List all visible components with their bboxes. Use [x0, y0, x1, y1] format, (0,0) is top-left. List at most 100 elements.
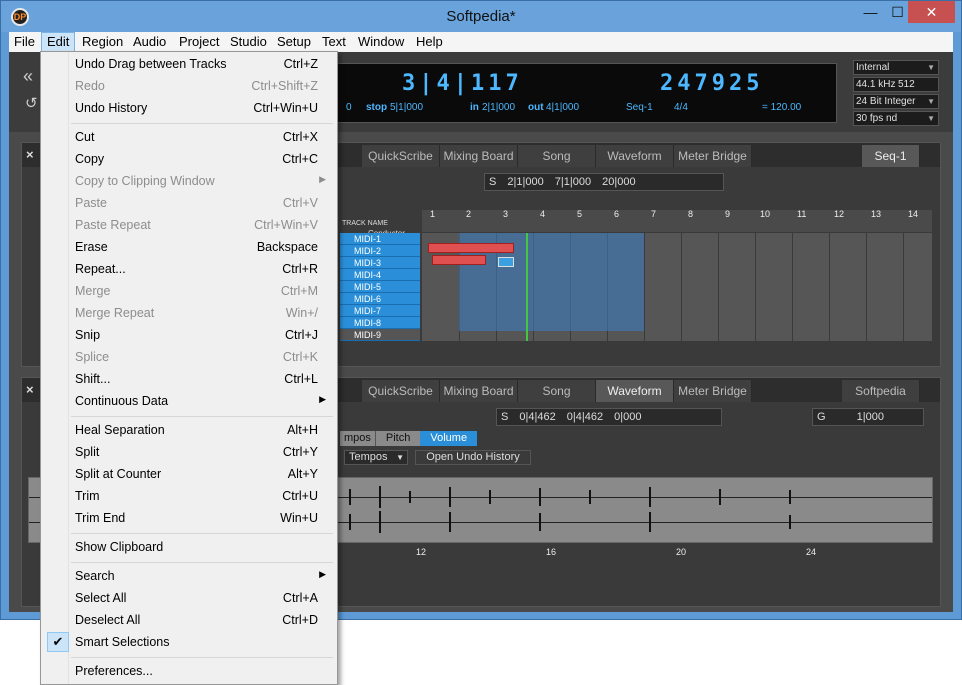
grid-toggle[interactable]: G — [813, 409, 830, 425]
midi-region[interactable] — [432, 255, 486, 265]
menu-item-splice[interactable]: Splice Ctrl+K — [44, 346, 334, 368]
menu-item-split[interactable]: Split Ctrl+Y — [44, 441, 334, 463]
menu-item-merge-repeat[interactable]: Merge Repeat Win+/ — [44, 302, 334, 324]
menu-item-trim-end[interactable]: Trim End Win+U — [44, 507, 334, 529]
menu-item-paste[interactable]: Paste Ctrl+V — [44, 192, 334, 214]
menu-region[interactable]: Region — [77, 32, 128, 52]
sequence-ruler[interactable]: 1 2 3 4 5 6 7 8 9 10 11 12 13 14 — [422, 210, 932, 232]
menu-item-deselect-all[interactable]: Deselect All Ctrl+D — [44, 609, 334, 631]
track-grid[interactable] — [422, 233, 932, 341]
close-panel-icon[interactable]: × — [26, 382, 34, 397]
menu-item-continuous-data[interactable]: Continuous Data ▶ — [44, 390, 334, 412]
track-item[interactable]: MIDI-3 — [340, 257, 420, 269]
tab-waveform[interactable]: Waveform — [596, 380, 674, 402]
edit-menu: Undo Drag between Tracks Ctrl+Z Redo Ctrl+… — [40, 51, 338, 685]
rewind-icon[interactable]: « — [23, 66, 33, 87]
grid-field[interactable]: 20|000 — [598, 174, 639, 190]
menu-item-cut[interactable]: Cut Ctrl+X — [44, 126, 334, 148]
format-select[interactable]: 24 Bit Integer ▼ — [853, 94, 939, 109]
playhead[interactable] — [526, 233, 528, 341]
menu-item-repeat[interactable]: Repeat... Ctrl+R — [44, 258, 334, 280]
menu-item-show-clipboard[interactable]: Show Clipboard — [44, 536, 334, 558]
subtab-tempos[interactable]: mpos — [340, 431, 375, 446]
title-bar[interactable]: DP Softpedia* — ☐ ✕ — [1, 1, 961, 32]
out-value[interactable]: 4|1|000 — [546, 102, 579, 113]
waveform-ruler[interactable]: 12 16 20 24 — [340, 548, 932, 564]
snap-button[interactable]: S — [497, 409, 512, 425]
menu-item-preferences[interactable]: Preferences... — [44, 660, 334, 682]
menu-item-search[interactable]: Search ▶ — [44, 565, 334, 587]
sync-select[interactable]: Internal ▼ — [853, 60, 939, 75]
rate-field[interactable]: 44.1 kHz 512 — [853, 77, 939, 92]
time-signature[interactable]: 4/4 — [674, 102, 688, 113]
menu-window[interactable]: Window — [353, 32, 409, 52]
end-field[interactable]: 7|1|000 — [551, 174, 595, 190]
grid-field[interactable]: 0|000 — [610, 409, 645, 425]
menu-setup[interactable]: Setup — [272, 32, 316, 52]
tab-meter-bridge[interactable]: Meter Bridge — [674, 380, 752, 402]
grid-value[interactable]: 1|000 — [853, 409, 888, 425]
in-value[interactable]: 2|1|000 — [482, 102, 515, 113]
menu-file[interactable]: File — [9, 32, 40, 52]
sequence-select[interactable]: Seq-1 — [626, 102, 653, 113]
menu-item-copy[interactable]: Copy Ctrl+C — [44, 148, 334, 170]
meter-display[interactable]: 3|4|117 — [402, 71, 523, 96]
menu-item-erase[interactable]: Erase Backspace — [44, 236, 334, 258]
menu-audio[interactable]: Audio — [128, 32, 171, 52]
menu-item-select-all[interactable]: Select All Ctrl+A — [44, 587, 334, 609]
open-undo-history-button[interactable]: Open Undo History — [415, 450, 531, 465]
track-item[interactable]: MIDI-2 — [340, 245, 420, 257]
menu-item-merge[interactable]: Merge Ctrl+M — [44, 280, 334, 302]
snap-button[interactable]: S — [485, 174, 500, 190]
menu-help[interactable]: Help — [411, 32, 448, 52]
menu-item-paste-repeat[interactable]: Paste Repeat Ctrl+Win+V — [44, 214, 334, 236]
midi-region[interactable] — [428, 243, 514, 253]
menu-item-snip[interactable]: Snip Ctrl+J — [44, 324, 334, 346]
frame-counter[interactable]: 247925 — [660, 71, 763, 96]
menu-item-undo-history[interactable]: Undo History Ctrl+Win+U — [44, 97, 334, 119]
tab-quickscribe[interactable]: QuickScribe — [362, 145, 440, 167]
tab-mixing-board[interactable]: Mixing Board — [440, 380, 518, 402]
close-panel-icon[interactable]: × — [26, 147, 34, 162]
fps-select[interactable]: 30 fps nd ▼ — [853, 111, 939, 126]
menu-item-copy-to-clipping-window[interactable]: Copy to Clipping Window ▶ — [44, 170, 334, 192]
menu-item-shift[interactable]: Shift... Ctrl+L — [44, 368, 334, 390]
tab-softpedia[interactable]: Softpedia — [842, 380, 920, 402]
subtab-pitch[interactable]: Pitch — [374, 431, 421, 446]
start-field[interactable]: 2|1|000 — [503, 174, 547, 190]
start-field[interactable]: 0|4|462 — [515, 409, 559, 425]
menu-project[interactable]: Project — [174, 32, 224, 52]
track-item[interactable]: MIDI-8 — [340, 317, 420, 329]
menu-item-heal-separation[interactable]: Heal Separation Alt+H — [44, 419, 334, 441]
tab-song[interactable]: Song — [518, 145, 596, 167]
menu-studio[interactable]: Studio — [225, 32, 272, 52]
tab-waveform[interactable]: Waveform — [596, 145, 674, 167]
tab-quickscribe[interactable]: QuickScribe — [362, 380, 440, 402]
tab-meter-bridge[interactable]: Meter Bridge — [674, 145, 752, 167]
menu-item-split-at-counter[interactable]: Split at Counter Alt+Y — [44, 463, 334, 485]
track-item[interactable]: MIDI-5 — [340, 281, 420, 293]
track-item[interactable]: MIDI-6 — [340, 293, 420, 305]
subtab-volume[interactable]: Volume — [420, 431, 478, 446]
menu-text[interactable]: Text — [317, 32, 351, 52]
menu-item-trim[interactable]: Trim Ctrl+U — [44, 485, 334, 507]
track-item[interactable]: MIDI-7 — [340, 305, 420, 317]
track-item[interactable]: MIDI-9 — [340, 329, 420, 341]
track-item[interactable]: MIDI-4 — [340, 269, 420, 281]
stop-value[interactable]: 5|1|000 — [390, 102, 423, 113]
menu-item-redo[interactable]: Redo Ctrl+Shift+Z — [44, 75, 334, 97]
close-button[interactable]: ✕ — [908, 1, 955, 23]
tempo-value[interactable]: = 120.00 — [762, 102, 801, 113]
tab-seq-1[interactable]: Seq-1 — [862, 145, 920, 167]
menu-item-undo[interactable]: Undo Drag between Tracks Ctrl+Z — [44, 53, 334, 75]
end-field[interactable]: 0|4|462 — [563, 409, 607, 425]
menu-edit[interactable]: Edit — [41, 32, 76, 52]
return-icon[interactable]: ↺ — [25, 94, 38, 112]
tempos-select[interactable]: Tempos ▼ — [344, 450, 408, 465]
midi-region[interactable] — [498, 257, 514, 267]
tab-mixing-board[interactable]: Mixing Board — [440, 145, 518, 167]
minimize-button[interactable]: — — [856, 1, 885, 23]
tab-song[interactable]: Song — [518, 380, 596, 402]
track-item[interactable]: MIDI-1 — [340, 233, 420, 245]
menu-item-smart-selections[interactable]: ✔ Smart Selections — [44, 631, 334, 653]
